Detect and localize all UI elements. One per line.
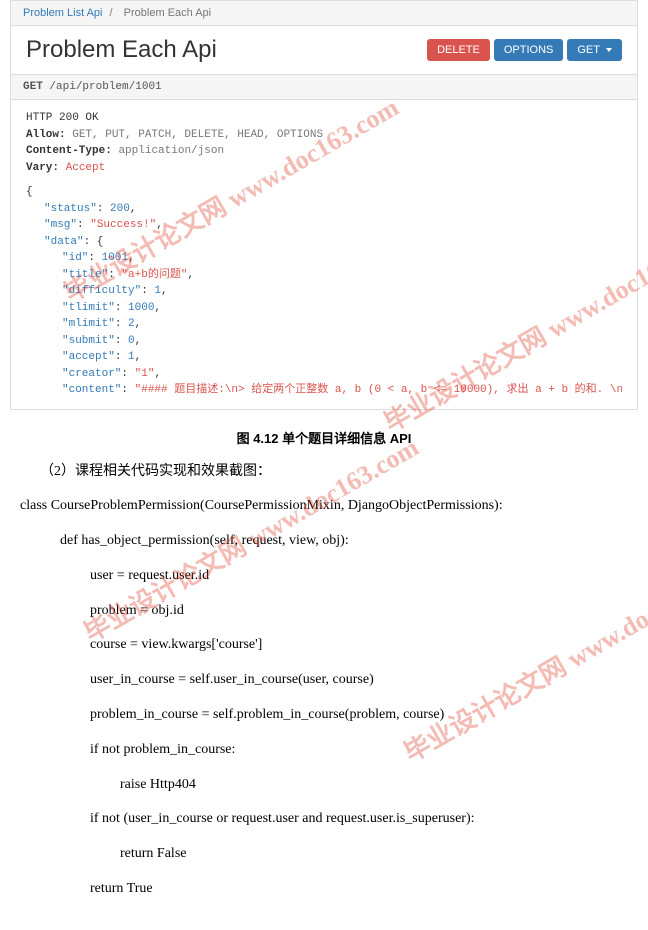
json-msg-key: "msg" <box>44 219 77 231</box>
json-data-key: "data" <box>44 236 84 248</box>
json-status-val: 200 <box>110 203 130 215</box>
json-diff-val: 1 <box>154 285 161 297</box>
get-button-label: GET <box>577 44 600 56</box>
json-mlimit-key: "mlimit" <box>62 318 115 330</box>
figure-caption: 图 4.12 单个题目详细信息 API <box>0 410 648 457</box>
code-section: （2）课程相关代码实现和效果截图： class CourseProblemPer… <box>0 457 648 929</box>
response-area: HTTP 200 OK Allow: GET, PUT, PATCH, DELE… <box>11 100 637 409</box>
breadcrumb-link[interactable]: Problem List Api <box>23 7 102 19</box>
delete-button[interactable]: DELETE <box>427 39 490 61</box>
json-diff-key: "difficulty" <box>62 285 141 297</box>
allow-value: GET, PUT, PATCH, DELETE, HEAD, OPTIONS <box>72 129 323 141</box>
request-line: GET /api/problem/1001 <box>11 74 637 100</box>
http-status: HTTP 200 OK <box>26 110 622 127</box>
code-line: def has_object_permission(self, request,… <box>20 526 628 557</box>
header-row: Problem Each Api DELETE OPTIONS GET <box>11 26 637 74</box>
code-line: if not (user_in_course or request.user a… <box>20 804 628 835</box>
json-id-val: 1001 <box>102 252 128 264</box>
allow-key: Allow: <box>26 129 66 141</box>
json-creator-val: "1" <box>135 368 155 380</box>
code-line: class CourseProblemPermission(CoursePerm… <box>20 491 628 522</box>
code-line: problem_in_course = self.problem_in_cour… <box>20 700 628 731</box>
code-line: return False <box>20 839 628 870</box>
code-line: if not problem_in_course: <box>20 735 628 766</box>
breadcrumb-separator: / <box>110 7 113 19</box>
breadcrumb: Problem List Api / Problem Each Api <box>11 1 637 26</box>
code-line: raise Http404 <box>20 770 628 801</box>
json-creator-key: "creator" <box>62 368 121 380</box>
json-tlimit-key: "tlimit" <box>62 302 115 314</box>
code-line: user_in_course = self.user_in_course(use… <box>20 665 628 696</box>
request-path: /api/problem/1001 <box>49 81 161 93</box>
json-submit-val: 0 <box>128 335 135 347</box>
json-accept-val: 1 <box>128 351 135 363</box>
json-title-val: "a+b的问题" <box>121 269 187 281</box>
json-id-key: "id" <box>62 252 88 264</box>
json-status-key: "status" <box>44 203 97 215</box>
page-title: Problem Each Api <box>26 36 217 64</box>
ctype-key: Content-Type: <box>26 145 112 157</box>
vary-key: Vary: <box>26 162 59 174</box>
code-line: course = view.kwargs['course'] <box>20 630 628 661</box>
section-label: （2）课程相关代码实现和效果截图： <box>20 457 628 488</box>
code-line: user = request.user.id <box>20 561 628 592</box>
code-line: problem = obj.id <box>20 596 628 627</box>
json-tlimit-val: 1000 <box>128 302 154 314</box>
vary-value: Accept <box>66 162 106 174</box>
json-title-key: "title" <box>62 269 108 281</box>
json-mlimit-val: 2 <box>128 318 135 330</box>
json-msg-val: "Success!" <box>90 219 156 231</box>
json-submit-key: "submit" <box>62 335 115 347</box>
breadcrumb-current: Problem Each Api <box>124 7 211 19</box>
button-group: DELETE OPTIONS GET <box>427 39 622 61</box>
ctype-value: application/json <box>118 145 224 157</box>
json-body: { "status": 200, "msg": "Success!", "dat… <box>26 184 622 399</box>
request-method: GET <box>23 81 43 93</box>
json-content-val: "#### 题目描述:\n> 给定两个正整数 a, b (0 < a, b <=… <box>135 384 622 396</box>
api-panel: Problem List Api / Problem Each Api Prob… <box>10 0 638 410</box>
code-line: return True <box>20 874 628 905</box>
get-button[interactable]: GET <box>567 39 622 61</box>
json-content-key: "content" <box>62 384 121 396</box>
options-button[interactable]: OPTIONS <box>494 39 564 61</box>
chevron-down-icon <box>606 48 612 52</box>
json-accept-key: "accept" <box>62 351 115 363</box>
